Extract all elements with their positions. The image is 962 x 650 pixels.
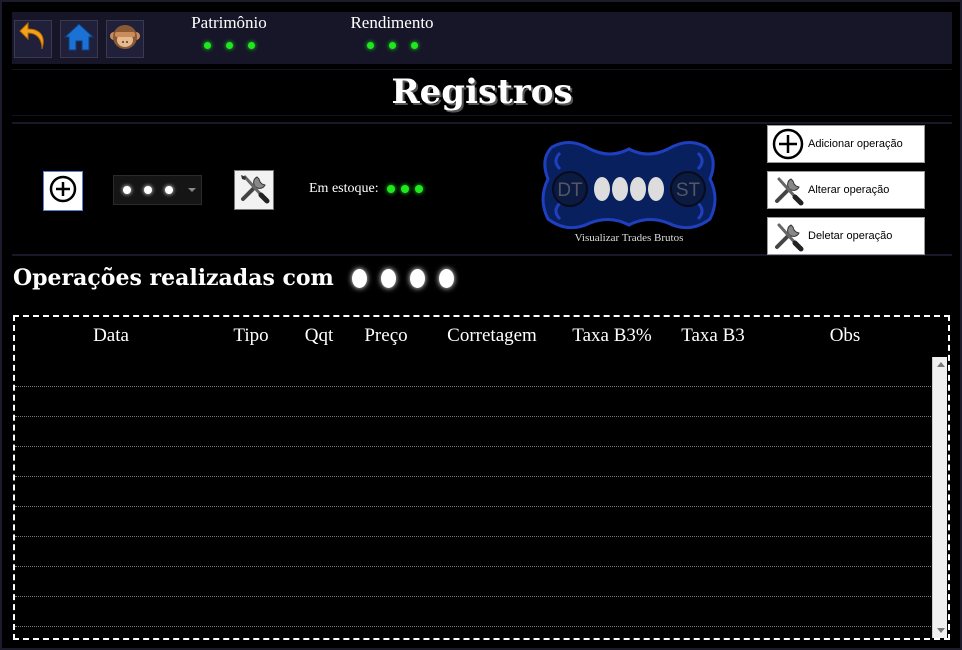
wrench-screwdriver-icon <box>768 172 808 208</box>
scroll-up-icon[interactable] <box>933 357 948 372</box>
operations-table: Data Tipo Qqt Preço Corretagem Taxa B3% … <box>13 315 950 640</box>
app-window: Patrimônio Rendimento Registros Em estoq… <box>0 0 962 650</box>
home-icon <box>63 22 95 57</box>
table-row[interactable] <box>15 567 933 597</box>
add-asset-button[interactable] <box>43 171 83 211</box>
column-header-data[interactable]: Data <box>93 325 129 347</box>
trades-caption: Visualizar Trades Brutos <box>574 232 684 244</box>
add-operation-button[interactable]: Adicionar operação <box>767 125 925 163</box>
top-bar: Patrimônio Rendimento <box>12 12 952 64</box>
chevron-down-icon <box>188 188 196 192</box>
asset-name-hidden <box>351 268 454 288</box>
back-button[interactable] <box>14 20 52 58</box>
trades-badge-st: ST <box>676 180 701 201</box>
delete-operation-button[interactable]: Deletar operação <box>767 217 925 255</box>
edit-operation-button[interactable]: Alterar operação <box>767 171 925 209</box>
rendimento-value-hidden <box>342 42 442 49</box>
column-header-taxa-b3[interactable]: Taxa B3 <box>681 325 745 347</box>
table-row[interactable] <box>15 537 933 567</box>
monkey-icon <box>109 21 141 58</box>
operations-heading-text: Operações realizadas com <box>13 265 334 291</box>
title-bar: Registros <box>12 69 952 116</box>
column-header-obs[interactable]: Obs <box>830 325 861 347</box>
table-row[interactable] <box>15 597 933 627</box>
table-row[interactable] <box>15 387 933 417</box>
column-header-taxa-b3-percent[interactable]: Taxa B3% <box>572 325 651 347</box>
table-body <box>15 357 933 637</box>
scroll-down-icon[interactable] <box>933 623 948 638</box>
stock-value-hidden <box>386 185 423 193</box>
column-header-tipo[interactable]: Tipo <box>233 325 268 347</box>
table-row[interactable] <box>15 417 933 447</box>
patrimonio-value-hidden <box>184 42 274 49</box>
back-arrow-icon <box>18 21 48 57</box>
column-header-qqt[interactable]: Qqt <box>305 325 334 347</box>
trades-ornament-frame: DT ST <box>541 141 717 230</box>
column-header-preco[interactable]: Preço <box>364 325 407 347</box>
rendimento-stat: Rendimento <box>342 13 442 49</box>
rendimento-label: Rendimento <box>350 13 434 32</box>
monkey-button[interactable] <box>106 20 144 58</box>
tools-button[interactable] <box>234 170 274 210</box>
asset-select[interactable] <box>113 175 202 205</box>
table-row[interactable] <box>15 357 933 387</box>
patrimonio-label: Patrimônio <box>191 13 267 32</box>
wrench-screwdriver-icon <box>237 171 271 210</box>
table-header: Data Tipo Qqt Preço Corretagem Taxa B3% … <box>15 317 948 355</box>
view-raw-trades-button[interactable]: DT ST Visualizar Trades Brutos <box>540 139 718 247</box>
wrench-screwdriver-icon <box>768 218 808 254</box>
stock-label: Em estoque: <box>309 181 379 196</box>
operations-heading: Operações realizadas com <box>13 265 454 291</box>
table-scrollbar[interactable] <box>932 357 947 638</box>
plus-circle-icon <box>48 174 78 209</box>
column-header-corretagem[interactable]: Corretagem <box>447 325 537 347</box>
stock-indicator: Em estoque: <box>309 181 423 197</box>
delete-operation-label: Deletar operação <box>808 230 893 242</box>
controls-panel: Em estoque: DT ST Visualizar Trades Brut… <box>12 122 952 256</box>
page-title: Registros <box>391 72 573 112</box>
edit-operation-label: Alterar operação <box>808 184 890 196</box>
table-row[interactable] <box>15 477 933 507</box>
home-button[interactable] <box>60 20 98 58</box>
patrimonio-stat: Patrimônio <box>184 13 274 49</box>
add-operation-label: Adicionar operação <box>808 138 903 150</box>
table-row[interactable] <box>15 507 933 537</box>
table-row[interactable] <box>15 447 933 477</box>
plus-circle-icon <box>768 126 808 162</box>
trades-badge-dt: DT <box>557 180 583 201</box>
